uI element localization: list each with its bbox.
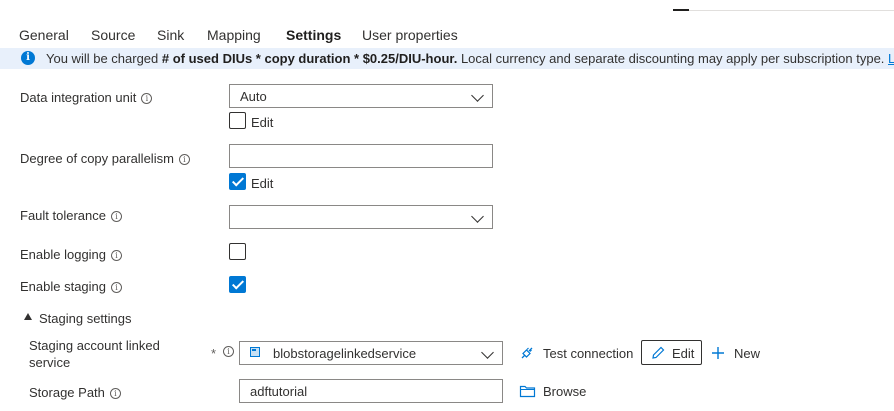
banner-text: You will be charged # of used DIUs * cop…: [46, 51, 894, 66]
staging-settings-header[interactable]: Staging settings: [39, 311, 132, 326]
parallelism-input[interactable]: [229, 144, 493, 168]
parallelism-label: Degree of copy parallelism i: [20, 151, 190, 166]
tab-settings[interactable]: Settings: [286, 27, 342, 53]
plug-icon: [521, 347, 533, 359]
info-icon[interactable]: i: [111, 250, 123, 261]
tab-source[interactable]: Source: [91, 27, 135, 43]
info-icon[interactable]: i: [178, 154, 190, 165]
plus-icon: [712, 347, 724, 359]
required-mark: *: [211, 346, 217, 361]
divider: [689, 10, 894, 11]
tab-bar: General Source Sink Mapping Settings Use…: [0, 0, 894, 53]
storage-path-input[interactable]: adftutorial: [239, 379, 503, 403]
info-icon[interactable]: i: [141, 93, 153, 104]
chevron-down-icon: [471, 210, 484, 223]
linked-service-dropdown[interactable]: blobstoragelinkedservice: [239, 341, 503, 365]
edit-linked-service-button[interactable]: Edit: [641, 340, 702, 365]
diu-dropdown-value: Auto: [240, 89, 267, 104]
info-icon[interactable]: i: [111, 282, 123, 293]
info-icon[interactable]: i: [111, 211, 122, 222]
linked-service-label-line1: Staging account linked: [29, 338, 160, 353]
storage-account-icon: [250, 347, 260, 357]
parallelism-edit-checkbox[interactable]: [229, 173, 246, 190]
fault-tolerance-label: Fault tolerance i: [20, 208, 122, 223]
enable-staging-checkbox[interactable]: [229, 276, 246, 293]
chevron-down-icon: [471, 89, 484, 102]
storage-path-label: Storage Path i: [29, 385, 121, 400]
enable-logging-label: Enable logging i: [20, 247, 123, 262]
linked-service-label-line2: service: [29, 355, 71, 370]
tab-user-properties[interactable]: User properties: [362, 27, 458, 43]
info-icon[interactable]: i: [109, 388, 121, 399]
chevron-down-icon: [481, 346, 494, 359]
tab-general[interactable]: General: [19, 27, 69, 43]
collapse-triangle-icon[interactable]: [24, 313, 32, 320]
tab-sink[interactable]: Sink: [157, 27, 184, 43]
diu-edit-label: Edit: [251, 115, 274, 130]
pricing-info-banner: i You will be charged # of used DIUs * c…: [0, 48, 894, 69]
enable-staging-label: Enable staging i: [20, 279, 123, 294]
diu-dropdown[interactable]: Auto: [229, 84, 493, 108]
folder-icon: [519, 385, 536, 398]
linked-service-value: blobstoragelinkedservice: [273, 346, 417, 361]
window-minimize-mark: [673, 9, 689, 11]
pencil-icon: [652, 346, 665, 359]
enable-logging-checkbox[interactable]: [229, 243, 246, 260]
info-icon[interactable]: i: [223, 346, 234, 357]
learn-more-link[interactable]: L: [888, 51, 894, 66]
fault-tolerance-dropdown[interactable]: [229, 205, 493, 229]
parallelism-edit-label: Edit: [251, 176, 274, 191]
tab-mapping[interactable]: Mapping: [207, 27, 261, 43]
info-icon: i: [21, 51, 35, 65]
diu-label: Data integration unit i: [20, 90, 153, 105]
diu-edit-checkbox[interactable]: [229, 112, 246, 129]
